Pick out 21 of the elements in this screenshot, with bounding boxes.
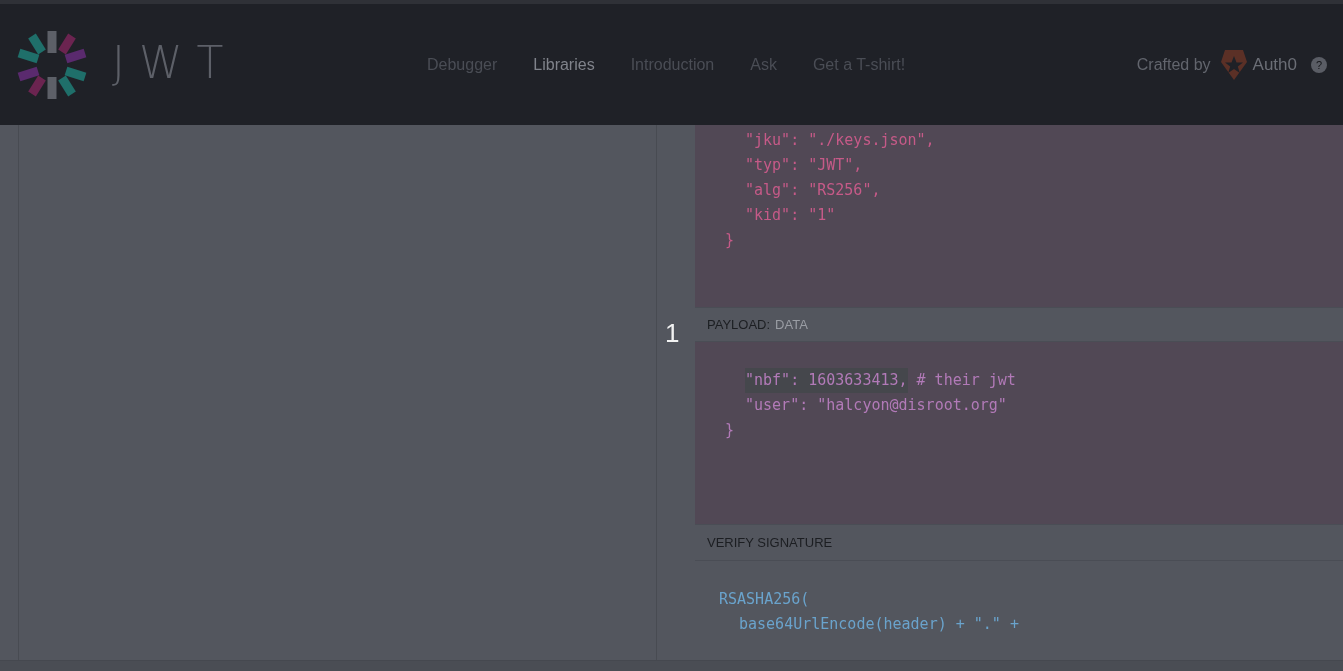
code-line: "alg": "RS256", — [745, 180, 881, 201]
code-line: "jku": "./keys.json", — [745, 130, 935, 151]
shield-star-icon — [1220, 49, 1247, 80]
code-comment: # their jwt — [916, 370, 1016, 391]
code-line: "user": "halcyon@disroot.org" — [745, 395, 1007, 416]
crafted-by-label: Crafted by — [1136, 55, 1211, 74]
panel-title: PAYLOAD: — [707, 316, 771, 332]
panel-subtitle: DATA — [775, 316, 808, 332]
logo-wordmark: JWT — [112, 37, 238, 88]
code-line: } — [725, 230, 735, 251]
code-line: "typ": "JWT", — [745, 155, 863, 176]
code-line: "kid": "1" — [745, 205, 836, 226]
code-line: RSASHA256( — [719, 589, 810, 611]
nav-link[interactable]: Libraries — [533, 55, 595, 74]
panel-title: VERIFY SIGNATURE — [707, 535, 833, 551]
code-line: } — [725, 420, 735, 441]
step-number: 1 — [665, 318, 680, 349]
help-icon[interactable]: ? — [1311, 56, 1327, 73]
logo-icon — [16, 28, 88, 101]
code-line: base64UrlEncode(header) + "." + — [739, 614, 1019, 636]
brand-link[interactable]: Auth0 — [1220, 49, 1297, 80]
